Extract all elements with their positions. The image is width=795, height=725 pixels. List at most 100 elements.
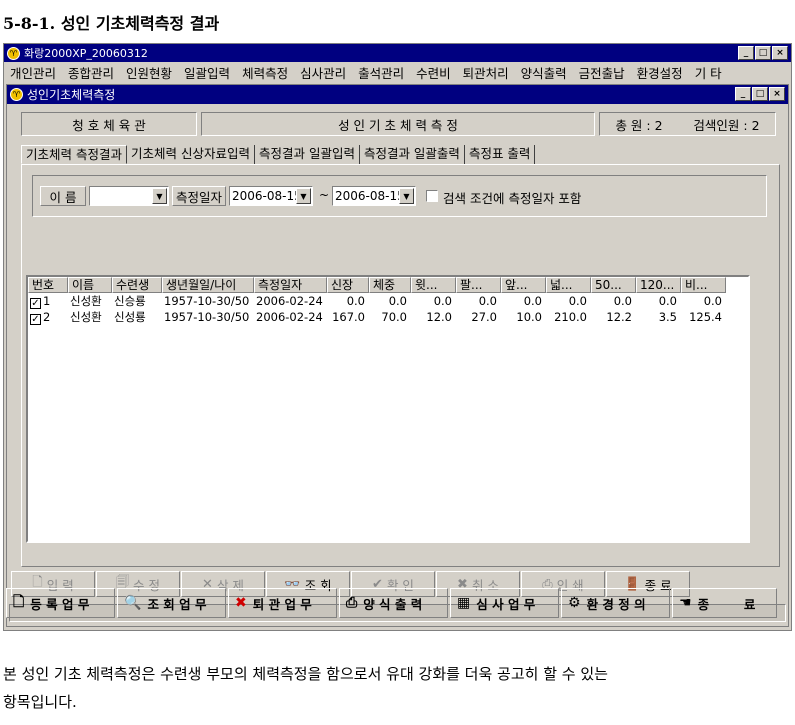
env-settings-button[interactable]: ⚙ 환 경 정 의 [561, 588, 670, 618]
minimize-button[interactable]: _ [738, 46, 754, 60]
withdrawal-work-label: 퇴 관 업 무 [252, 596, 312, 612]
cell-student: 신성룡 [114, 310, 146, 324]
menu-item-withdrawal[interactable]: 퇴관처리 [463, 63, 509, 82]
register-work-label: 등 록 업 무 [30, 596, 90, 612]
col-birth-age[interactable]: 생년월일/나이 [162, 277, 254, 293]
check-icon[interactable]: ✓ [30, 298, 41, 309]
red-x-icon: ✖ [235, 595, 247, 611]
menu-item-general[interactable]: 종합관리 [68, 63, 114, 82]
cell-weight: 0.0 [388, 294, 407, 308]
menu-item-exam[interactable]: 심사관리 [300, 63, 346, 82]
calculator-icon: ▦ [457, 595, 471, 611]
search-work-label: 조 회 업 무 [147, 596, 207, 612]
child-minimize-button[interactable]: _ [735, 87, 751, 101]
caption-line-2: 항목입니다. [3, 693, 77, 711]
col-height[interactable]: 신장 [327, 277, 369, 293]
row-check-cell[interactable]: ✓ 2 [28, 309, 68, 325]
cell-value: 12.2 [606, 310, 632, 324]
col-13[interactable]: 비... [681, 277, 726, 293]
cell-value: 0.0 [703, 294, 722, 308]
col-10[interactable]: 넓... [546, 277, 591, 293]
tab-sheet-output[interactable]: 측정표 출력 [465, 145, 536, 164]
check-icon[interactable]: ✓ [30, 314, 41, 325]
col-12[interactable]: 120... [636, 277, 681, 293]
app-logo-icon: ♈ [7, 46, 20, 60]
chevron-down-icon[interactable]: ▼ [152, 188, 167, 204]
cell-measure-date: 2006-02-24 [256, 310, 323, 324]
cell-value: 125.4 [689, 310, 722, 324]
col-8[interactable]: 팔... [456, 277, 501, 293]
col-11[interactable]: 50... [591, 277, 636, 293]
col-7[interactable]: 윗... [411, 277, 456, 293]
cell-height: 0.0 [346, 294, 365, 308]
exam-work-button[interactable]: ▦ 심 사 업 무 [450, 588, 559, 618]
table-row[interactable]: ✓ 2 신성환 신성룡 1957-10-30/50 2006-02-24 167.… [28, 309, 748, 325]
child-logo-icon: ♈ [10, 88, 23, 101]
tab-batch-input[interactable]: 측정결과 일괄입력 [255, 145, 360, 164]
menu-item-headcount[interactable]: 인원현황 [126, 63, 172, 82]
col-student[interactable]: 수련생 [112, 277, 162, 293]
env-settings-label: 환 경 정 의 [586, 596, 646, 612]
menu-item-etc[interactable]: 기 타 [695, 63, 722, 82]
child-titlebar: ♈ 성인기초체력측정 _ □ × [7, 85, 788, 104]
child-close-button[interactable]: × [769, 87, 785, 101]
menu-item-personal[interactable]: 개인관리 [10, 63, 56, 82]
total-count: 총 원 : 2 [615, 117, 663, 133]
tab-strip: 기초체력 측정결과 기초체력 신상자료입력 측정결과 일괄입력 측정결과 일괄출… [21, 145, 536, 164]
cell-value: 0.0 [613, 294, 632, 308]
col-name[interactable]: 이름 [68, 277, 112, 293]
child-maximize-button[interactable]: □ [752, 87, 768, 101]
maximize-button[interactable]: □ [755, 46, 771, 60]
exit-app-button[interactable]: ☚ 종 료 [672, 588, 777, 618]
chevron-down-icon[interactable]: ▼ [399, 188, 414, 204]
forms-output-label: 양 식 출 력 [363, 596, 423, 612]
date-label: 측정일자 [172, 186, 226, 206]
cell-name: 신성환 [70, 294, 102, 308]
results-table[interactable]: 번호 이름 수련생 생년월일/나이 측정일자 신장 체중 윗... 팔... 앞… [26, 275, 750, 543]
cell-value: 210.0 [554, 310, 587, 324]
include-date-checkbox[interactable] [426, 190, 438, 202]
cell-value: 0.0 [433, 294, 452, 308]
menu-item-forms[interactable]: 양식출력 [521, 63, 567, 82]
menu-item-attendance[interactable]: 출석관리 [358, 63, 404, 82]
table-row[interactable]: ✓ 1 신성환 신승룡 1957-10-30/50 2006-02-24 0.0 … [28, 293, 748, 309]
row-check-cell[interactable]: ✓ 1 [28, 293, 68, 309]
settings-user-icon: ⚙ [568, 595, 581, 611]
date-to-picker[interactable]: 2006-08-15 ▼ [332, 186, 416, 206]
child-window-controls: _ □ × [735, 87, 785, 101]
exam-work-label: 심 사 업 무 [476, 596, 536, 612]
col-measure-date[interactable]: 측정일자 [254, 277, 327, 293]
col-number[interactable]: 번호 [28, 277, 68, 293]
tab-personal-input[interactable]: 기초체력 신상자료입력 [127, 145, 255, 164]
filter-group: 이 름 ▼ 측정일자 2006-08-15 ▼ ~ 2006-08-15 ▼ 검… [32, 175, 767, 217]
tab-results[interactable]: 기초체력 측정결과 [21, 145, 127, 164]
cell-name: 신성환 [70, 310, 102, 324]
org-name: 청 호 체 육 관 [21, 112, 197, 136]
close-button[interactable]: × [772, 46, 788, 60]
menu-item-fees[interactable]: 수련비 [416, 63, 451, 82]
child-title: 성인기초체력측정 [27, 88, 116, 102]
col-weight[interactable]: 체중 [369, 277, 411, 293]
search-work-button[interactable]: 🔍 조 회 업 무 [117, 588, 226, 618]
forms-output-button[interactable]: ⎙ 양 식 출 력 [339, 588, 448, 618]
register-work-button[interactable]: 🗋 등 록 업 무 [6, 588, 115, 618]
menu-item-fitness[interactable]: 체력측정 [242, 63, 288, 82]
date-from-picker[interactable]: 2006-08-15 ▼ [229, 186, 313, 206]
col-9[interactable]: 앞... [501, 277, 546, 293]
menu-item-settings[interactable]: 환경설정 [637, 63, 683, 82]
cell-value: 0.0 [523, 294, 542, 308]
cell-birth-age: 1957-10-30/50 [164, 294, 250, 308]
cell-value: 0.0 [478, 294, 497, 308]
chevron-down-icon[interactable]: ▼ [296, 188, 311, 204]
date-from-value: 2006-08-15 [232, 189, 302, 203]
search-count: 검색인원 : 2 [693, 117, 760, 133]
cell-student: 신승룡 [114, 294, 146, 308]
bottom-toolbar: 🗋 등 록 업 무 🔍 조 회 업 무 ✖ 퇴 관 업 무 ⎙ 양 식 출 력 ▦ 심 사… [6, 588, 779, 622]
menu-bar: 개인관리 종합관리 인원현황 일괄입력 체력측정 심사관리 출석관리 수련비 퇴… [4, 62, 791, 82]
menu-item-cashbook[interactable]: 금전출납 [579, 63, 625, 82]
window-controls: _ □ × [738, 46, 788, 60]
tab-batch-output[interactable]: 측정결과 일괄출력 [360, 145, 465, 164]
name-select[interactable]: ▼ [89, 186, 169, 206]
menu-item-batch-input[interactable]: 일괄입력 [184, 63, 230, 82]
withdrawal-work-button[interactable]: ✖ 퇴 관 업 무 [228, 588, 337, 618]
